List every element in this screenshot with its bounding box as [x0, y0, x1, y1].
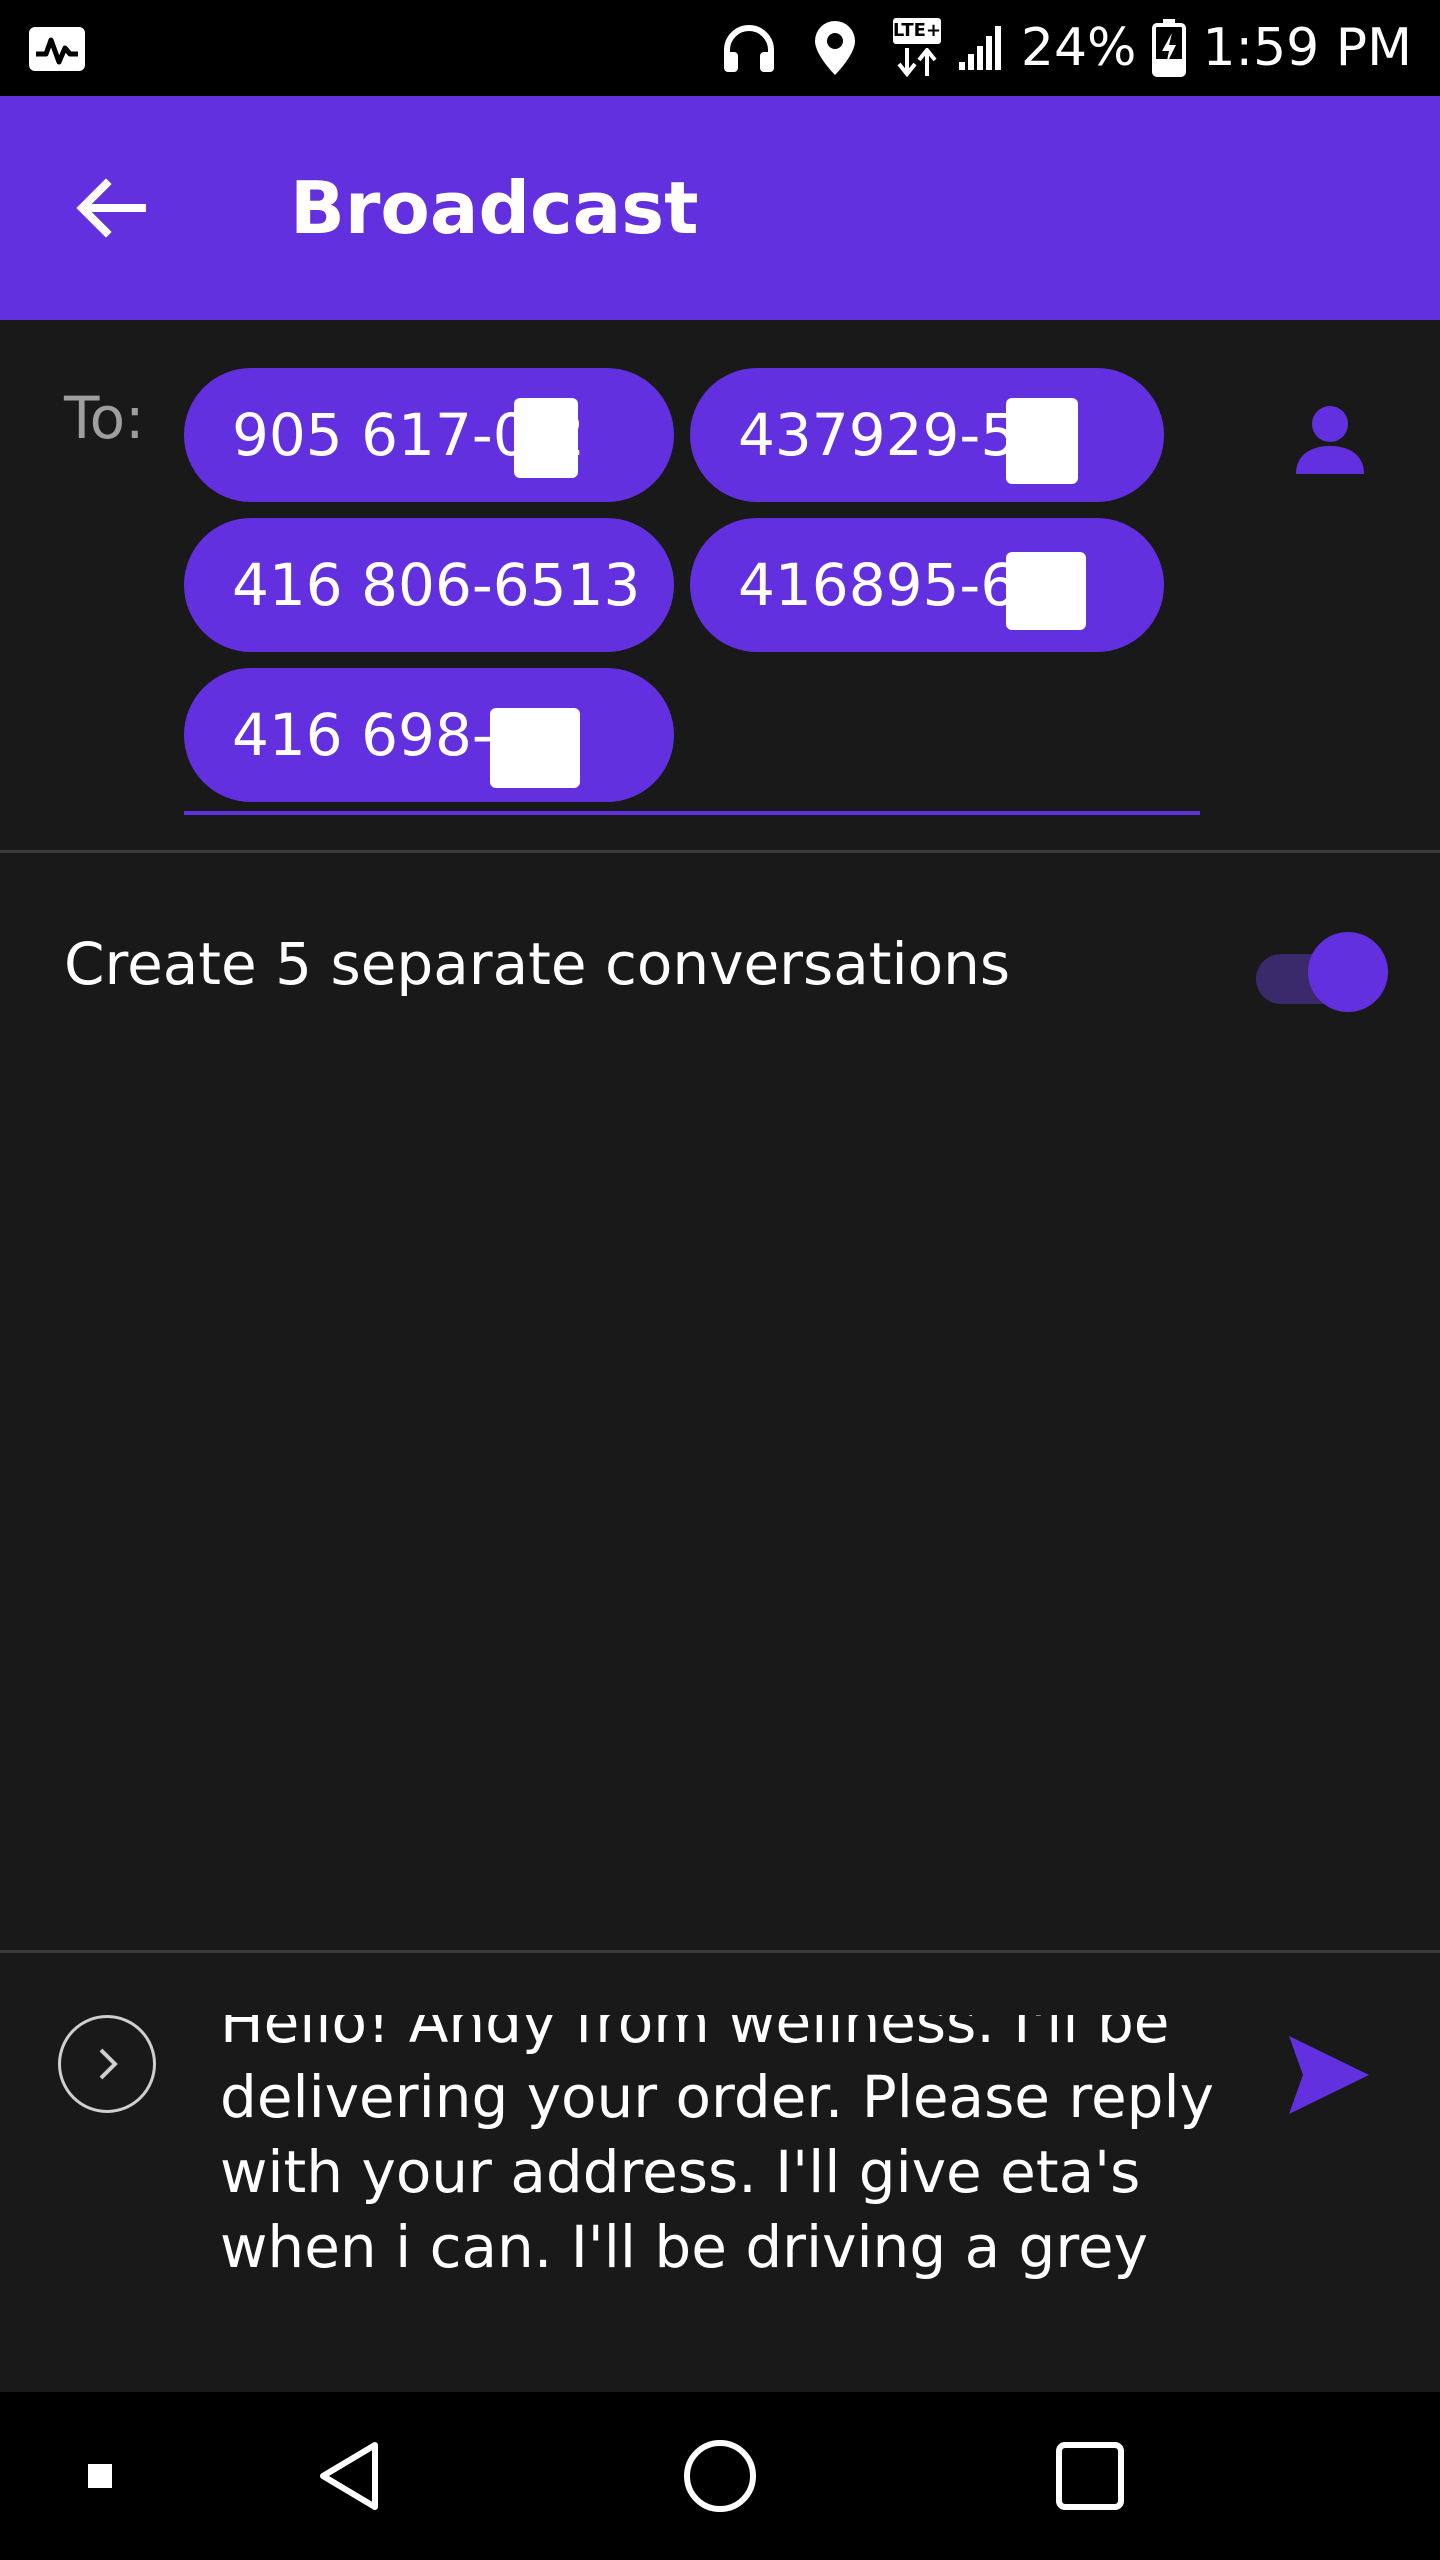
lte-icon: LTE+: [892, 18, 941, 78]
divider: [0, 850, 1440, 853]
location-icon: [813, 19, 857, 77]
system-nav-bar: [0, 2392, 1440, 2560]
separate-conversations-label: Create 5 separate conversations: [64, 930, 1011, 998]
expand-attachments-button[interactable]: [58, 2015, 156, 2113]
home-circle-icon: [684, 2440, 756, 2512]
divider: [0, 1950, 1440, 1953]
chevron-right-icon: [99, 2048, 118, 2080]
app-bar: Broadcast: [0, 96, 1440, 320]
recents-square-icon: [1056, 2442, 1124, 2510]
send-button[interactable]: [1278, 2025, 1378, 2125]
recipient-chip[interactable]: 905 617-0 2: [184, 368, 674, 502]
separate-conversations-row[interactable]: Create 5 separate conversations: [0, 855, 1440, 1073]
separate-conversations-toggle[interactable]: [1252, 932, 1388, 1012]
toggle-thumb: [1308, 932, 1388, 1012]
redaction-mask: [490, 708, 580, 788]
redaction-mask: [1006, 398, 1078, 484]
signal-icon: [957, 24, 1005, 72]
headphones-icon: [721, 22, 777, 74]
recipient-chip[interactable]: 416895-6 4: [690, 518, 1164, 652]
recipient-chip[interactable]: 416 698-7 1: [184, 668, 674, 802]
message-text: Hello! Andy from wellness. I'll be deliv…: [220, 2015, 1214, 2280]
recipient-chip[interactable]: 437929-5 1: [690, 368, 1164, 502]
battery-charging-icon: [1152, 19, 1187, 77]
message-input[interactable]: Hello! Andy from wellness. I'll be deliv…: [220, 2015, 1220, 2280]
to-label: To:: [64, 384, 145, 452]
nav-recents-button[interactable]: [1040, 2426, 1140, 2526]
person-icon: [1296, 406, 1364, 474]
activity-monitor-icon: [28, 26, 86, 72]
status-bar: LTE+ 24% 1:59 PM: [0, 0, 1440, 96]
recipients-underline: [184, 811, 1200, 815]
screen-pin-button[interactable]: [50, 2426, 150, 2526]
clock: 1:59 PM: [1202, 18, 1412, 78]
status-icons: LTE+ 24% 1:59 PM: [721, 0, 1412, 96]
recipient-chip[interactable]: 416 806-6513: [184, 518, 674, 652]
compose-bar: Hello! Andy from wellness. I'll be deliv…: [0, 1955, 1440, 2391]
nav-back-button[interactable]: [300, 2426, 400, 2526]
nav-home-button[interactable]: [670, 2426, 770, 2526]
recipients-field[interactable]: To: 905 617-0 2 437929-5 1 416 806-6513 …: [0, 320, 1440, 850]
page-title: Broadcast: [290, 166, 699, 250]
arrow-left-icon: [76, 178, 146, 238]
redaction-mask: [1006, 552, 1086, 630]
contact-picker-button[interactable]: [1280, 390, 1380, 490]
back-button[interactable]: [52, 158, 170, 258]
send-icon: [1289, 2036, 1369, 2114]
redaction-mask: [514, 398, 578, 478]
battery-percent: 24%: [1020, 18, 1137, 78]
square-small-icon: [88, 2464, 112, 2488]
back-triangle-icon: [320, 2442, 378, 2510]
